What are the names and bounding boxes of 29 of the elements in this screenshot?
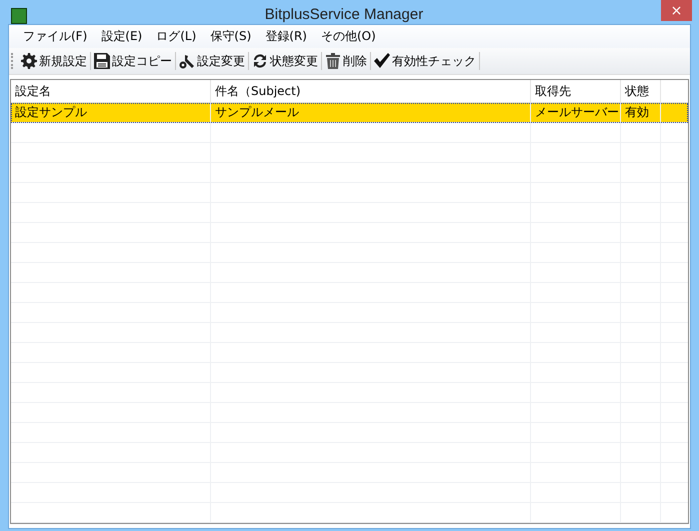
trash-icon [325,53,341,69]
toolbar-button[interactable]: 新規設定 [18,50,90,72]
column-header[interactable]: 状態 [621,80,661,102]
floppy-icon [94,53,110,69]
check-icon [374,53,390,69]
menu-item[interactable]: ファイル(F) [16,28,94,45]
toolbar-button[interactable]: 状態変更 [249,50,321,72]
table-cell: 設定サンプル [11,103,211,122]
table-cell: 有効 [621,103,661,122]
column-header[interactable]: 設定名 [11,80,211,102]
menu-item[interactable]: 設定(E) [94,28,150,45]
menu-item[interactable]: 登録(R) [258,28,314,45]
toolbar-button[interactable]: 有効性チェック [371,50,479,72]
window-title: BitplusService Manager [264,6,424,23]
tools-icon [179,53,195,69]
menu-item[interactable]: ログ(L) [149,28,204,45]
toolbar-button[interactable]: 設定コピー [91,50,175,72]
menu-item[interactable]: 保守(S) [203,28,258,45]
table-cell: サンプルメール [211,103,531,122]
refresh-icon [252,53,268,69]
app-icon [11,8,27,24]
menu-item[interactable]: その他(O) [314,28,383,45]
column-header[interactable]: 件名（Subject) [211,80,531,102]
table-cell: メールサーバー [531,103,621,122]
gear-icon [21,53,37,69]
column-header[interactable]: 取得先 [531,80,621,102]
toolbar-button[interactable]: 削除 [322,50,370,72]
close-button[interactable]: × [661,0,692,21]
toolbar-button[interactable]: 設定変更 [176,50,248,72]
